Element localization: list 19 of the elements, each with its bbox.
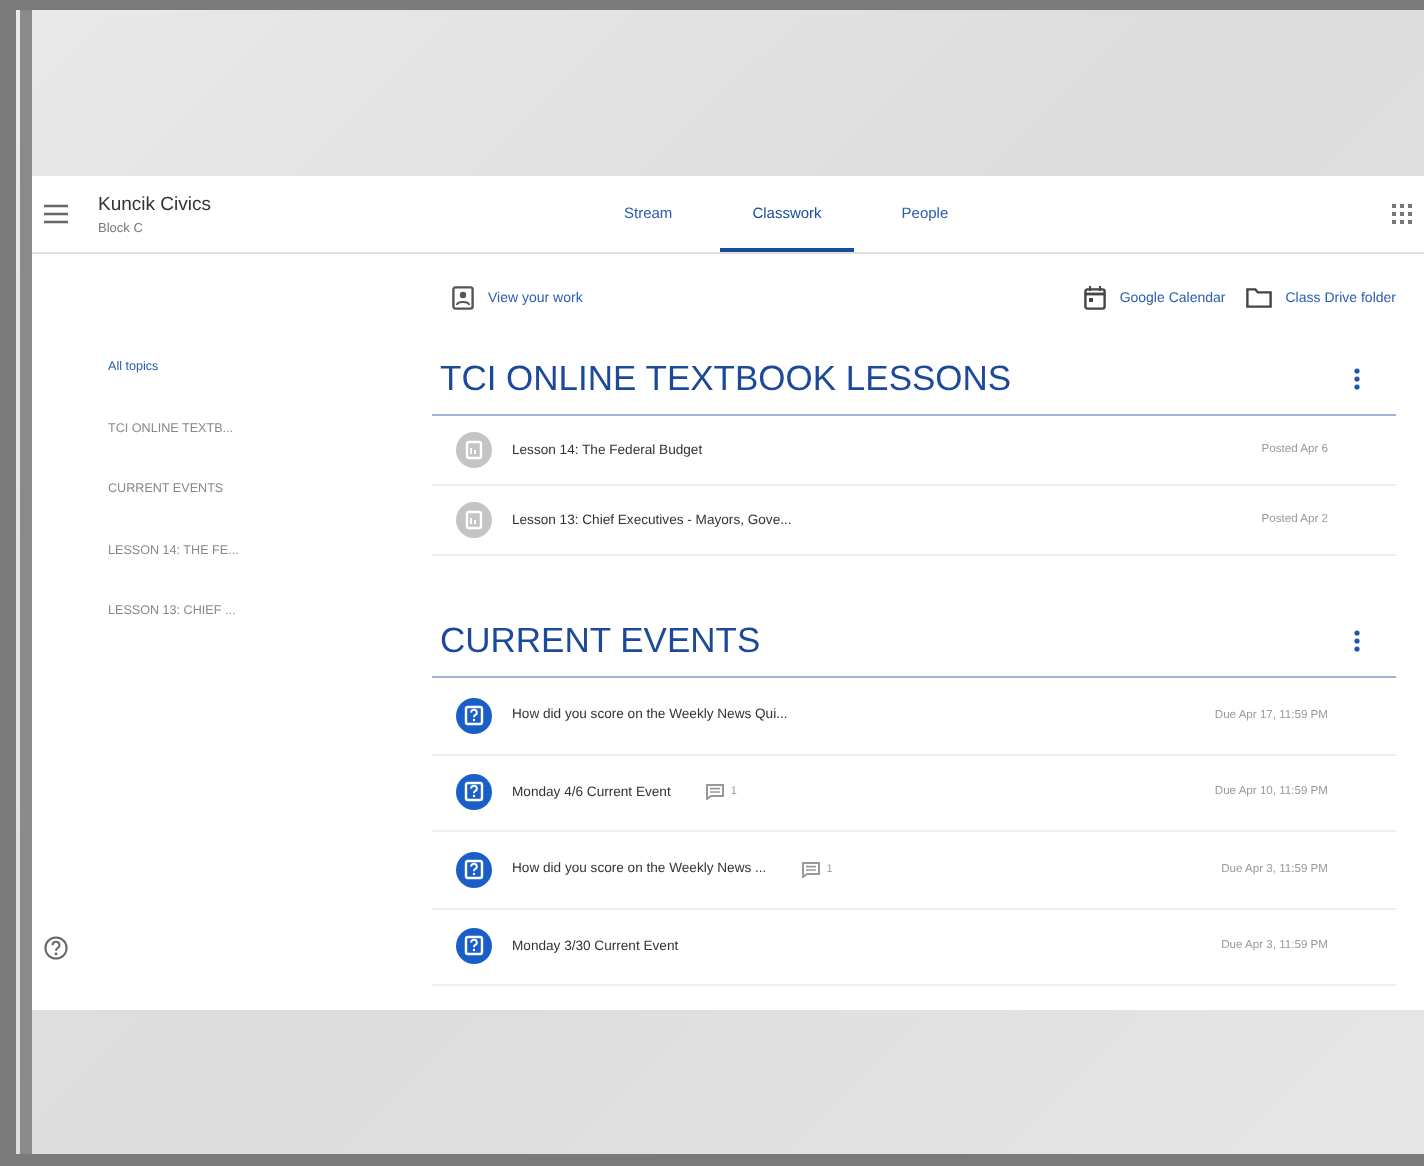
assignment-icon bbox=[456, 851, 492, 888]
folder-icon bbox=[1245, 288, 1272, 308]
assignment-icon bbox=[456, 928, 492, 965]
comment-icon bbox=[706, 784, 725, 801]
more-options-icon[interactable] bbox=[1354, 368, 1360, 390]
more-options-icon[interactable] bbox=[1354, 630, 1360, 652]
apps-grid-icon[interactable] bbox=[1392, 204, 1412, 224]
topic-heading: CURRENT EVENTS bbox=[440, 620, 761, 662]
comment-icon bbox=[802, 861, 821, 878]
badge-icon bbox=[452, 286, 474, 310]
calendar-icon bbox=[1083, 286, 1106, 310]
material-icon bbox=[456, 502, 492, 538]
class-name: Kuncik Civics bbox=[98, 193, 211, 215]
material-icon bbox=[456, 432, 492, 468]
menu-icon[interactable] bbox=[44, 204, 68, 224]
assignment-icon bbox=[456, 774, 492, 811]
help-icon[interactable] bbox=[44, 936, 68, 960]
assignment-icon bbox=[456, 697, 492, 734]
topic-heading: TCI ONLINE TEXTBOOK LESSONS bbox=[440, 358, 1012, 400]
